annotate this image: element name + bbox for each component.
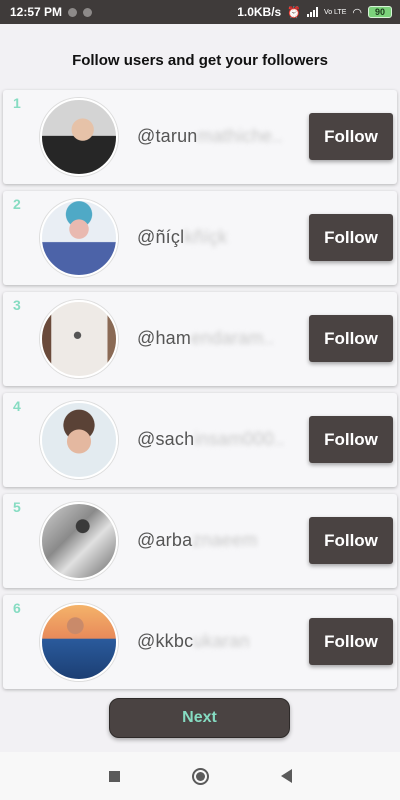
user-card: 2 @ñíçlkñíçk Follow bbox=[3, 191, 397, 285]
avatar bbox=[40, 502, 118, 580]
next-button[interactable]: Next bbox=[109, 698, 290, 738]
username[interactable]: @ñíçlkñíçk bbox=[137, 227, 227, 248]
status-right: 1.0KB/s ⏰ Vo LTE ◠ 90 bbox=[237, 5, 392, 19]
avatar bbox=[40, 300, 118, 378]
wifi-icon: ◠ bbox=[352, 6, 362, 19]
user-card: 5 @arbaznaeem Follow bbox=[3, 494, 397, 588]
battery-icon: 90 bbox=[368, 6, 392, 18]
volte-label: Vo LTE bbox=[323, 8, 347, 16]
notification-dot-icon bbox=[83, 7, 93, 17]
user-card: 6 @kkbcukaran Follow bbox=[3, 595, 397, 689]
follow-button[interactable]: Follow bbox=[309, 416, 393, 463]
status-left: 12:57 PM bbox=[10, 5, 93, 19]
navigation-bar bbox=[0, 752, 400, 800]
follow-button[interactable]: Follow bbox=[309, 517, 393, 564]
user-card: 1 @tarunmathiche.. Follow bbox=[3, 90, 397, 184]
username[interactable]: @arbaznaeem bbox=[137, 530, 258, 551]
username[interactable]: @kkbcukaran bbox=[137, 631, 250, 652]
home-icon[interactable] bbox=[191, 767, 209, 785]
username[interactable]: @tarunmathiche.. bbox=[137, 126, 283, 147]
follow-button[interactable]: Follow bbox=[309, 113, 393, 160]
follow-button[interactable]: Follow bbox=[309, 315, 393, 362]
recent-apps-icon[interactable] bbox=[108, 770, 120, 782]
status-bar: 12:57 PM 1.0KB/s ⏰ Vo LTE ◠ 90 bbox=[0, 0, 400, 24]
user-card: 4 @sachinsam000.. Follow bbox=[3, 393, 397, 487]
alarm-icon: ⏰ bbox=[287, 6, 301, 19]
back-icon[interactable] bbox=[280, 769, 292, 783]
follow-button[interactable]: Follow bbox=[309, 618, 393, 665]
avatar bbox=[40, 401, 118, 479]
page-title: Follow users and get your followers bbox=[72, 52, 328, 69]
user-card: 3 @hamendaram.. Follow bbox=[3, 292, 397, 386]
status-time: 12:57 PM bbox=[10, 5, 63, 19]
signal-icon bbox=[306, 7, 318, 17]
rank-number: 1 bbox=[13, 95, 21, 111]
network-speed: 1.0KB/s bbox=[237, 5, 282, 19]
username[interactable]: @hamendaram.. bbox=[137, 328, 274, 349]
rank-number: 6 bbox=[13, 600, 21, 616]
notification-dot-icon bbox=[68, 7, 78, 17]
rank-number: 3 bbox=[13, 297, 21, 313]
rank-number: 5 bbox=[13, 499, 21, 515]
follow-button[interactable]: Follow bbox=[309, 214, 393, 261]
avatar bbox=[40, 98, 118, 176]
rank-number: 2 bbox=[13, 196, 21, 212]
username[interactable]: @sachinsam000.. bbox=[137, 429, 284, 450]
avatar bbox=[40, 199, 118, 277]
user-list: 1 @tarunmathiche.. Follow 2 @ñíçlkñíçk F… bbox=[3, 90, 397, 696]
rank-number: 4 bbox=[13, 398, 21, 414]
avatar bbox=[40, 603, 118, 681]
